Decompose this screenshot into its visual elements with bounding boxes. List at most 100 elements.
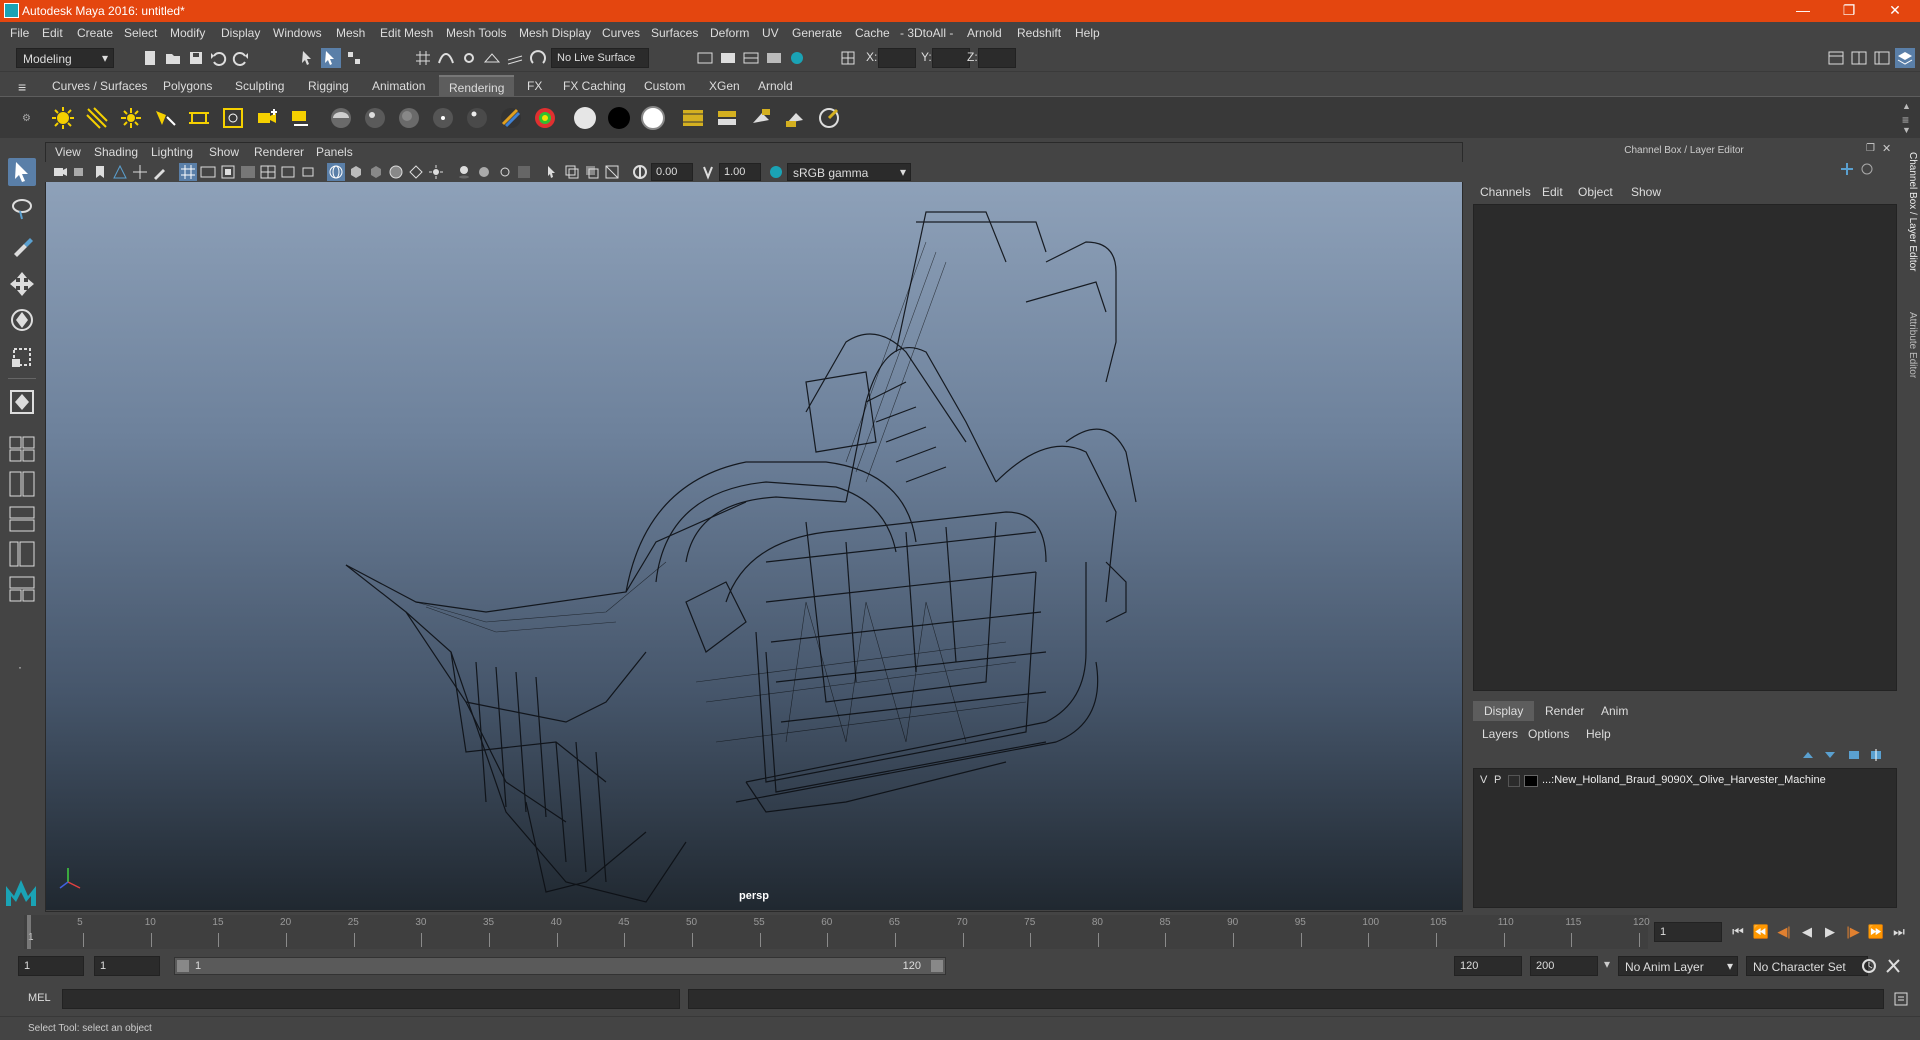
shelf-tab-animation[interactable]: Animation — [362, 75, 435, 96]
xray-components-icon[interactable] — [603, 163, 621, 181]
grid-toggle-icon[interactable] — [179, 163, 197, 181]
menu-create[interactable]: Create — [77, 26, 113, 40]
current-time-indicator[interactable] — [27, 915, 31, 949]
new-scene-icon[interactable] — [140, 48, 160, 68]
playback-end-field[interactable]: 120 — [1454, 956, 1522, 976]
menu-3dtoall[interactable]: - 3DtoAll - — [900, 26, 953, 40]
move-layer-down-icon[interactable] — [1822, 748, 1838, 762]
cb-menu-edit[interactable]: Edit — [1542, 185, 1563, 199]
live-surface-field[interactable]: No Live Surface — [551, 48, 649, 68]
shadows-icon[interactable] — [455, 163, 473, 181]
phong-e-shader-icon[interactable] — [464, 105, 490, 131]
new-layer-selected-icon[interactable] — [1868, 748, 1884, 762]
resolution-gate-icon[interactable] — [219, 163, 237, 181]
safe-title-icon[interactable] — [299, 163, 317, 181]
field-chart-icon[interactable] — [259, 163, 277, 181]
scale-tool-icon[interactable] — [8, 343, 36, 371]
wireframe-on-shaded-icon[interactable] — [387, 163, 405, 181]
shelf-scroll-up-icon[interactable]: ▲ — [1902, 101, 1911, 111]
script-language-label[interactable]: MEL — [28, 992, 51, 1004]
render-view-icon[interactable] — [680, 105, 706, 131]
move-tool-icon[interactable] — [8, 269, 36, 297]
menu-mesh-tools[interactable]: Mesh Tools — [446, 26, 506, 40]
layer-tab-display[interactable]: Display — [1473, 701, 1535, 721]
menu-help[interactable]: Help — [1075, 26, 1100, 40]
hypershade-icon[interactable] — [787, 48, 807, 68]
phong-shader-icon[interactable] — [430, 105, 456, 131]
menu-surfaces[interactable]: Surfaces — [651, 26, 698, 40]
menu-windows[interactable]: Windows — [273, 26, 322, 40]
use-background-icon[interactable] — [606, 105, 632, 131]
maximize-button[interactable]: ❐ — [1826, 0, 1872, 22]
shelf-tab-custom[interactable]: Custom — [634, 75, 695, 96]
render-sequence-icon[interactable] — [718, 48, 738, 68]
panel-menu-show[interactable]: Show — [209, 145, 239, 159]
menu-arnold[interactable]: Arnold — [967, 26, 1002, 40]
2d-pan-zoom-icon[interactable] — [131, 163, 149, 181]
anim-layer-dropdown[interactable]: No Anim Layer ▾ — [1618, 956, 1738, 976]
default-material-icon[interactable] — [367, 163, 385, 181]
shelf-tab-fx-caching[interactable]: FX Caching — [553, 75, 636, 96]
camera-icon[interactable] — [254, 105, 280, 131]
step-back-frame-icon[interactable]: ⏪ — [1752, 923, 1770, 941]
menu-deform[interactable]: Deform — [710, 26, 749, 40]
exposure-icon[interactable] — [631, 163, 649, 181]
exposure-field[interactable]: 0.00 — [651, 163, 693, 181]
blinn-shader-icon[interactable] — [362, 105, 388, 131]
gamma-field[interactable]: 1.00 — [719, 163, 761, 181]
menu-file[interactable]: File — [10, 26, 29, 40]
layered-shader-icon[interactable] — [498, 105, 524, 131]
tool-settings-toggle-icon[interactable] — [1872, 48, 1892, 68]
smooth-shade-icon[interactable] — [347, 163, 365, 181]
snap-point-icon[interactable] — [459, 48, 479, 68]
menu-display[interactable]: Display — [221, 26, 260, 40]
safe-action-icon[interactable] — [279, 163, 297, 181]
layer-tab-anim[interactable]: Anim — [1590, 701, 1639, 721]
wireframe-icon[interactable] — [327, 163, 345, 181]
character-set-dropdown[interactable]: No Character Set — [1746, 956, 1868, 976]
undock-icon[interactable]: ❐ — [1866, 143, 1875, 154]
layer-menu-options[interactable]: Options — [1528, 727, 1569, 741]
play-backward-icon[interactable]: ◀ — [1798, 923, 1816, 941]
shelf-tab-xgen[interactable]: XGen — [699, 75, 750, 96]
range-bar[interactable]: 1 120 — [174, 957, 946, 975]
menu-redshift[interactable]: Redshift — [1017, 26, 1061, 40]
menuset-dropdown[interactable]: Modeling ▾ — [16, 48, 114, 68]
menu-uv[interactable]: UV — [762, 26, 779, 40]
range-end-handle[interactable] — [931, 960, 943, 972]
menu-cache[interactable]: Cache — [855, 26, 890, 40]
step-forward-frame-icon[interactable]: ⏩ — [1867, 923, 1885, 941]
select-component-icon[interactable] — [344, 48, 364, 68]
current-frame-field[interactable]: 1 — [1654, 922, 1722, 942]
shelf-tab-sculpting[interactable]: Sculpting — [225, 75, 294, 96]
motion-blur-icon[interactable] — [495, 163, 513, 181]
select-hierarchy-icon[interactable] — [298, 48, 318, 68]
grease-pencil-icon[interactable] — [151, 163, 169, 181]
layer-visibility-toggle[interactable]: V — [1480, 774, 1487, 786]
side-tab-attribute-editor[interactable]: Attribute Editor — [1902, 312, 1918, 378]
cb-menu-show[interactable]: Show — [1631, 185, 1661, 199]
open-scene-icon[interactable] — [163, 48, 183, 68]
shelf-tab-rendering[interactable]: Rendering — [439, 75, 515, 96]
single-perspective-layout-icon[interactable] — [8, 435, 36, 463]
select-tool-icon[interactable] — [8, 158, 36, 186]
color-space-dropdown[interactable]: sRGB gamma ▾ — [787, 163, 911, 181]
layer-row[interactable]: V P ...:New_Holland_Braud_9090X_Olive_Ha… — [1474, 772, 1896, 790]
ambient-light-icon[interactable] — [50, 105, 76, 131]
chevron-down-icon[interactable]: ▾ — [1604, 957, 1610, 971]
lambert-shader-icon[interactable] — [396, 105, 422, 131]
save-scene-icon[interactable] — [186, 48, 206, 68]
shelf-scroll-down-icon[interactable]: ▼ — [1902, 125, 1911, 135]
channel-box-toggle-icon[interactable] — [1895, 48, 1915, 68]
last-tool-icon[interactable] — [8, 388, 36, 416]
render-settings-icon[interactable] — [764, 48, 784, 68]
select-camera-icon[interactable] — [51, 163, 69, 181]
step-forward-key-icon[interactable]: |▶ — [1844, 923, 1862, 941]
scene-start-field[interactable]: 1 — [18, 956, 84, 976]
toolbox-more-icon[interactable]: · — [18, 660, 22, 674]
shelf-tab-polygons[interactable]: Polygons — [153, 75, 222, 96]
range-start-handle[interactable] — [177, 960, 189, 972]
go-to-end-icon[interactable]: ⏭ — [1890, 923, 1908, 941]
ambient-occlusion-icon[interactable] — [475, 163, 493, 181]
move-layer-up-icon[interactable] — [1800, 748, 1816, 762]
